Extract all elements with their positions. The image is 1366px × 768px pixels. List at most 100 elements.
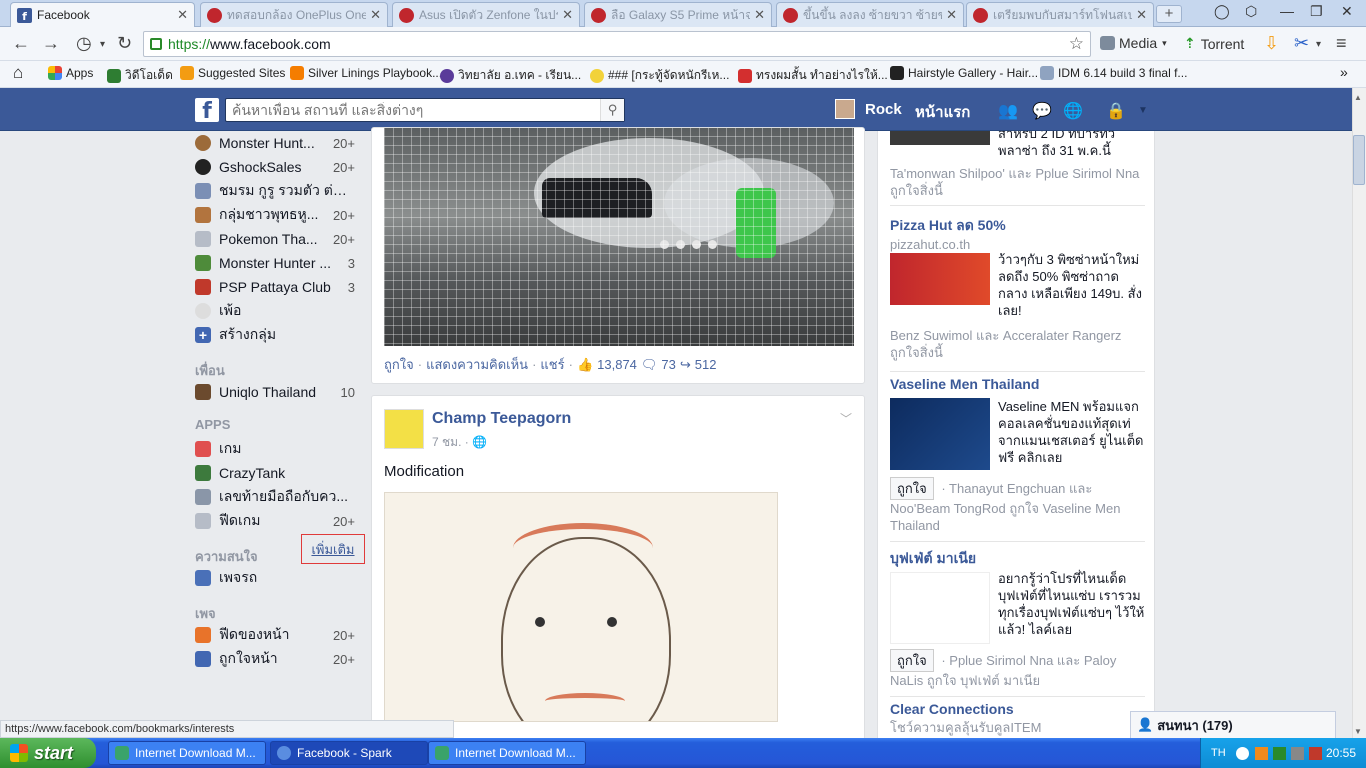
messages-icon[interactable]: 💬 bbox=[1032, 101, 1052, 121]
new-tab-button[interactable]: + bbox=[1156, 5, 1182, 23]
bookmark-idm[interactable]: IDM 6.14 build 3 final f... bbox=[1040, 66, 1187, 80]
tab-smartphone[interactable]: เตรียมพบกับสมาร์ทโฟนสเปค ✕ bbox=[966, 2, 1154, 27]
search-box[interactable]: ⚲ bbox=[225, 98, 625, 122]
history-icon[interactable]: ◷ bbox=[76, 33, 92, 54]
interests-section-header[interactable]: ความสนใจ bbox=[195, 546, 258, 567]
bookmark-video[interactable]: วิดีโอเด็ด bbox=[107, 66, 173, 85]
sidebar-group-pher[interactable]: เพ้อ bbox=[195, 300, 355, 322]
sidebar-group-buddhist[interactable]: กลุ่มชาวพุทธหู... 20+ bbox=[195, 204, 355, 226]
comment-link[interactable]: แสดงความคิดเห็น bbox=[426, 354, 528, 375]
privacy-lock-icon[interactable]: 🔒 bbox=[1106, 101, 1126, 121]
sidebar-create-group[interactable]: + สร้างกลุ่ม bbox=[195, 324, 355, 346]
ad-title[interactable]: Pizza Hut ลด 50% bbox=[890, 215, 1145, 237]
tab-oneplus[interactable]: ทดสอบกล้อง OnePlus One ✕ bbox=[200, 2, 388, 27]
ad-like-button[interactable]: ถูกใจ bbox=[890, 477, 934, 500]
close-tab-icon[interactable]: ✕ bbox=[562, 7, 573, 23]
bookmark-forum-thread[interactable]: ### [กระทู้จัดหนักรีเห... bbox=[590, 66, 729, 85]
account-chevron-down-icon[interactable]: ▼ bbox=[1138, 105, 1148, 116]
interests-more-link[interactable]: เพิ่มเติม bbox=[301, 534, 365, 564]
scroll-down-icon[interactable]: ▼ bbox=[1354, 727, 1362, 736]
home-link[interactable]: หน้าแรก bbox=[915, 100, 970, 124]
forward-icon[interactable]: → bbox=[42, 33, 60, 54]
taskbar-item-facebook-spark[interactable]: Facebook - Spark bbox=[270, 741, 428, 765]
bookmark-star-icon[interactable]: ☆ bbox=[1069, 34, 1084, 54]
sidebar-app-crazytank[interactable]: CrazyTank bbox=[195, 462, 355, 484]
friend-requests-icon[interactable]: 👥 bbox=[998, 101, 1018, 121]
comment-count[interactable]: 73 bbox=[661, 357, 675, 372]
bookmark-short-hair[interactable]: ทรงผมสั้น ทำอย่างไรให้... bbox=[738, 66, 888, 85]
ad-title[interactable]: Vaseline Men Thailand bbox=[890, 376, 1145, 392]
bookmark-apps[interactable]: Apps bbox=[48, 66, 93, 80]
search-icon[interactable]: ⚲ bbox=[600, 99, 624, 121]
ad-vaseline[interactable]: Vaseline Men Thailand Vaseline MEN พร้อม… bbox=[890, 376, 1145, 533]
sidebar-interest-car-page[interactable]: เพจรถ bbox=[195, 567, 355, 589]
notifications-globe-icon[interactable]: 🌐 bbox=[1063, 101, 1083, 121]
ad-image[interactable] bbox=[890, 572, 990, 644]
avatar[interactable] bbox=[384, 409, 424, 449]
post-time[interactable]: 7 ชม. bbox=[432, 435, 461, 449]
address-bar[interactable]: https://www.facebook.com ☆ bbox=[143, 31, 1091, 57]
url-text[interactable]: https://www.facebook.com bbox=[168, 36, 331, 52]
minimize-icon[interactable]: — bbox=[1280, 3, 1294, 19]
tools-dropdown-icon[interactable]: ▾ bbox=[1316, 39, 1321, 50]
clock[interactable]: 20:55 bbox=[1326, 746, 1356, 760]
tab-zenfone[interactable]: Asus เปิดตัว Zenfone ในประเ ✕ bbox=[392, 2, 580, 27]
ad-buffet-mania[interactable]: บุฟเฟ่ต์ มาเนีย อยากรู้ว่าโปรที่ไหนเด็ด … bbox=[890, 548, 1145, 688]
post-photo-football-drift[interactable] bbox=[384, 128, 854, 346]
history-dropdown-icon[interactable]: ▾ bbox=[100, 39, 105, 50]
search-input[interactable] bbox=[226, 102, 600, 118]
more-bookmarks-button[interactable]: » bbox=[1340, 64, 1348, 80]
language-indicator[interactable]: TH bbox=[1211, 747, 1226, 759]
close-tab-icon[interactable]: ✕ bbox=[754, 7, 765, 23]
close-window-icon[interactable]: ✕ bbox=[1341, 3, 1353, 20]
scroll-up-icon[interactable]: ▲ bbox=[1354, 93, 1362, 102]
ad-clear-connections[interactable]: Clear Connections โชว์ความคูลลุ้นรับคูลI… bbox=[890, 701, 1145, 738]
download-icon[interactable]: ⇩ bbox=[1264, 33, 1279, 54]
sidebar-group-pokemon[interactable]: Pokemon Tha... 20+ bbox=[195, 228, 355, 250]
post-author[interactable]: Champ Teepagorn bbox=[432, 410, 571, 428]
share-count[interactable]: 512 bbox=[695, 357, 717, 372]
like-link[interactable]: ถูกใจ bbox=[384, 354, 414, 375]
restore-icon[interactable]: ❐ bbox=[1310, 3, 1323, 20]
close-tab-icon[interactable]: ✕ bbox=[370, 7, 381, 23]
bookmark-hairstyle-gallery[interactable]: Hairstyle Gallery - Hair... bbox=[890, 66, 1038, 80]
close-tab-icon[interactable]: ✕ bbox=[1136, 7, 1147, 23]
sidebar-pages-feed[interactable]: ฟีดของหน้า 20+ bbox=[195, 624, 355, 646]
sidebar-app-games[interactable]: เกม bbox=[195, 438, 355, 460]
sidebar-group-gshocksales[interactable]: GshockSales 20+ bbox=[195, 156, 355, 178]
scrollbar-thumb[interactable] bbox=[1353, 135, 1365, 185]
sidebar-group-monster-hunt[interactable]: Monster Hunt... 20+ bbox=[195, 132, 355, 154]
taskbar-item-idm-1[interactable]: Internet Download M... bbox=[108, 741, 266, 765]
media-button[interactable]: Media ▾ bbox=[1100, 35, 1167, 51]
shirt-icon[interactable]: ⬡ bbox=[1245, 3, 1257, 20]
ad-like-button[interactable]: ถูกใจ bbox=[890, 649, 934, 672]
vertical-scrollbar[interactable] bbox=[1352, 88, 1366, 738]
apps-section-header[interactable]: APPS bbox=[195, 417, 230, 432]
menu-icon[interactable]: ≡ bbox=[1336, 33, 1347, 54]
sidebar-group-guru-club[interactable]: ชมรม กูรู รวมตัว ต่อ... bbox=[195, 180, 355, 202]
sidebar-group-psp-pattaya[interactable]: PSP Pattaya Club 3 bbox=[195, 276, 355, 298]
tray-app-icon[interactable] bbox=[1254, 746, 1268, 760]
taskbar-item-idm-2[interactable]: Internet Download M... bbox=[428, 741, 586, 765]
home-icon[interactable]: ⌂ bbox=[13, 63, 23, 83]
sidebar-friends-uniqlo[interactable]: Uniqlo Thailand 10 bbox=[195, 381, 355, 403]
sidebar-like-pages[interactable]: ถูกใจหน้า 20+ bbox=[195, 648, 355, 670]
tab-updown[interactable]: ขึ้นขึ้น ลงลง ซ้ายขวา ซ้ายขวา ✕ bbox=[776, 2, 964, 27]
profile-link[interactable]: Rock bbox=[835, 99, 902, 119]
share-link[interactable]: แชร์ bbox=[540, 354, 564, 375]
post-photo-drawing[interactable] bbox=[384, 492, 778, 722]
ad-image[interactable] bbox=[890, 253, 990, 305]
tab-galaxy[interactable]: ลือ Galaxy S5 Prime หน้าจอค ✕ bbox=[584, 2, 772, 27]
chat-bubble-icon[interactable]: ◯ bbox=[1214, 3, 1230, 20]
close-tab-icon[interactable]: ✕ bbox=[177, 7, 188, 23]
ad-title[interactable]: บุฟเฟ่ต์ มาเนีย bbox=[890, 548, 1145, 570]
sidebar-app-game-feed[interactable]: ฟีดเกม 20+ bbox=[195, 510, 355, 532]
pages-section-header[interactable]: เพจ bbox=[195, 603, 216, 624]
post-options-chevron-icon[interactable]: ﹀ bbox=[840, 410, 852, 427]
tray-volume-muted-icon[interactable] bbox=[1308, 746, 1322, 760]
bookmark-suggested-sites[interactable]: Suggested Sites bbox=[180, 66, 285, 80]
ad-pizza-hut[interactable]: Pizza Hut ลด 50% pizzahut.co.th ว้าวๆกับ… bbox=[890, 215, 1145, 360]
reload-icon[interactable]: ↻ bbox=[117, 33, 132, 54]
tray-network-icon[interactable] bbox=[1272, 746, 1286, 760]
sidebar-app-phone-number[interactable]: เลขท้ายมือถือกับคว... bbox=[195, 486, 355, 508]
